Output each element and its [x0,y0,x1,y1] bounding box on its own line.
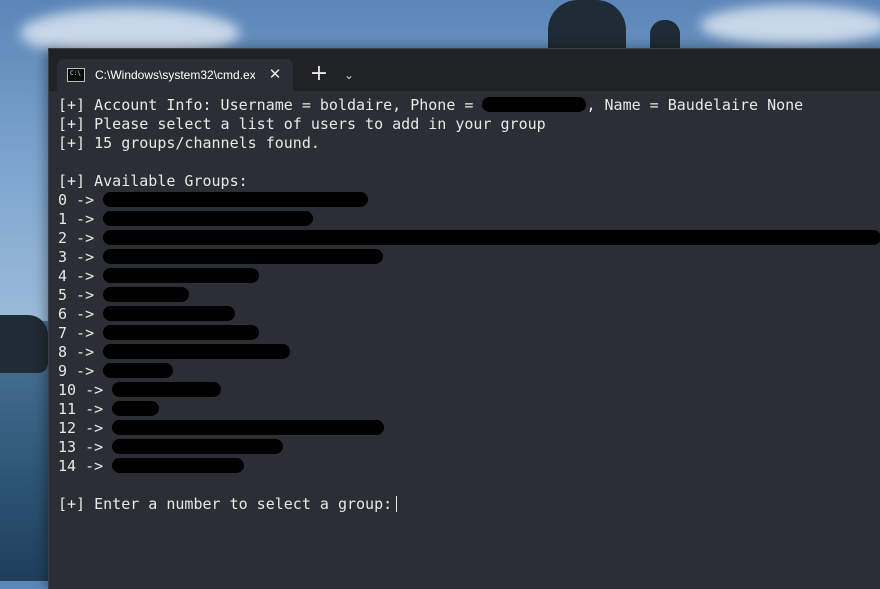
redacted-group-name [103,249,384,264]
group-index-label: 8 -> [58,343,95,361]
group-index-label: 5 -> [58,286,95,304]
group-index-label: 7 -> [58,324,95,342]
close-icon[interactable]: ✕ [267,66,283,82]
group-index-label: 4 -> [58,267,95,285]
tab-cmd[interactable]: C:\ C:\Windows\system32\cmd.exe ✕ [57,59,293,91]
group-item: 4 -> [58,267,880,286]
group-index-label: 13 -> [58,438,104,456]
account-info-suffix: , Name = Baudelaire None [586,96,804,114]
group-item: 1 -> [58,210,880,229]
group-index-label: 1 -> [58,210,95,228]
groups-found-line: [+] 15 groups/channels found. [58,134,320,152]
group-index-label: 12 -> [58,419,104,437]
group-list: 0 -> 1 -> 2 -> 3 -> 4 -> 5 -> 6 -> 7 -> … [58,191,880,476]
available-groups-header: [+] Available Groups: [58,172,248,190]
group-index-label: 11 -> [58,400,104,418]
redacted-group-name [112,458,245,473]
group-index-label: 14 -> [58,457,104,475]
redacted-group-name [112,439,284,454]
group-item: 13 -> [58,438,880,457]
group-item: 3 -> [58,248,880,267]
group-item: 6 -> [58,305,880,324]
new-tab-button[interactable]: + [307,63,331,87]
account-info-prefix: [+] Account Info: Username = boldaire, P… [58,96,483,114]
chevron-down-icon[interactable]: ⌄ [339,63,359,87]
redacted-group-name [103,211,314,226]
redacted-group-name [103,363,174,378]
prompt-line: [+] Enter a number to select a group: [58,495,880,514]
group-item: 8 -> [58,343,880,362]
instruction-line: [+] Please select a list of users to add… [58,115,546,133]
redacted-group-name [112,420,385,435]
terminal-window: C:\ C:\Windows\system32\cmd.exe ✕ + ⌄ [+… [48,48,880,589]
prompt-text: [+] Enter a number to select a group: [58,495,393,513]
redacted-group-name [112,382,222,397]
title-bar: C:\ C:\Windows\system32\cmd.exe ✕ + ⌄ [49,49,880,91]
group-item: 11 -> [58,400,880,419]
group-index-label: 9 -> [58,362,95,380]
redacted-group-name [112,401,160,416]
group-item: 7 -> [58,324,880,343]
group-item: 0 -> [58,191,880,210]
group-index-label: 3 -> [58,248,95,266]
group-item: 5 -> [58,286,880,305]
console-output[interactable]: [+] Account Info: Username = boldaire, P… [49,91,880,589]
redacted-group-name [103,287,190,302]
redacted-group-name [103,306,236,321]
group-item: 9 -> [58,362,880,381]
group-item: 14 -> [58,457,880,476]
group-index-label: 0 -> [58,191,95,209]
group-index-label: 2 -> [58,229,95,247]
redacted-group-name [103,268,260,283]
redacted-group-name [103,344,291,359]
redacted-phone [482,97,587,112]
account-info-line: [+] Account Info: Username = boldaire, P… [58,96,880,115]
redacted-group-name [103,192,369,207]
text-cursor [396,496,398,512]
group-item: 2 -> [58,229,880,248]
redacted-group-name [103,325,260,340]
cmd-icon: C:\ [67,68,85,82]
tab-title: C:\Windows\system32\cmd.exe [95,68,255,82]
group-index-label: 10 -> [58,381,104,399]
group-item: 12 -> [58,419,880,438]
group-index-label: 6 -> [58,305,95,323]
group-item: 10 -> [58,381,880,400]
redacted-group-name [103,230,880,245]
